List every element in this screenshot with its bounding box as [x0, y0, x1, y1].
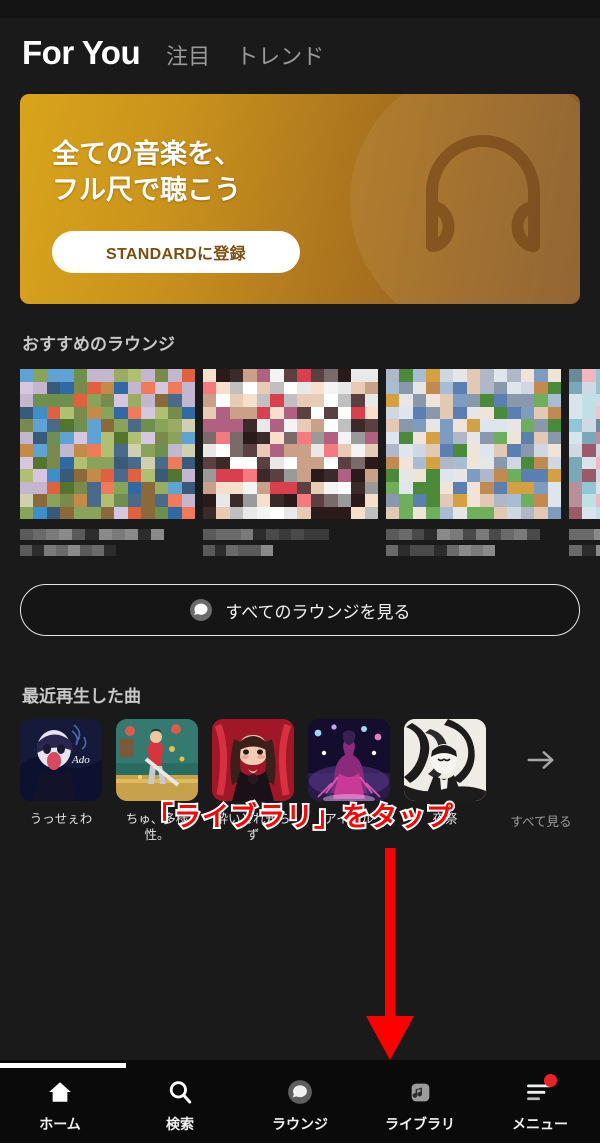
banner-headline-line2: フル尺で聴こう — [52, 175, 241, 206]
lounge-card-title-blurred — [386, 529, 561, 556]
header: For You 注目 トレンド — [0, 18, 600, 72]
standard-signup-button[interactable]: STANDARDに登録 — [52, 230, 300, 273]
library-icon — [405, 1077, 435, 1107]
lounge-section-title: おすすめのラウンジ — [22, 335, 175, 354]
album-art — [404, 719, 486, 801]
promo-banner[interactable]: 全ての音楽を、 フル尺で聴こう STANDARDに登録 — [20, 94, 580, 304]
nav-label-home: ホーム — [39, 1116, 81, 1132]
lounge-card-row[interactable] — [0, 355, 600, 556]
arrow-right-icon — [500, 719, 582, 801]
chat-bubble-icon — [190, 599, 213, 621]
nav-label-lounge: ラウンジ — [272, 1116, 328, 1132]
promo-banner-wrap: 全ての音楽を、 フル尺で聴こう STANDARDに登録 — [0, 72, 600, 304]
nav-item-menu[interactable]: メニュー — [480, 1060, 600, 1143]
album-art — [308, 719, 390, 801]
nav-item-search[interactable]: 検索 — [120, 1060, 240, 1143]
see-all-lounges-wrap: すべてのラウンジを見る — [0, 556, 600, 636]
annotation-text: 「ライブラリ」をタップ — [144, 800, 455, 834]
status-bar — [0, 0, 600, 18]
lounge-card-title-blurred — [20, 529, 195, 556]
album-art — [212, 719, 294, 801]
lounge-card-thumbnail — [203, 369, 378, 519]
lounge-card[interactable] — [203, 369, 378, 556]
nav-label-search: 検索 — [166, 1116, 194, 1132]
album-art: Ado — [20, 719, 102, 801]
svg-text:Ado: Ado — [71, 754, 90, 766]
page-title: For You — [22, 34, 141, 71]
see-all-lounges-label: すべてのラウンジを見る — [225, 602, 411, 622]
search-icon — [165, 1077, 195, 1107]
see-all-lounges-button[interactable]: すべてのラウンジを見る — [20, 584, 580, 636]
lounge-card[interactable] — [20, 369, 195, 556]
album-art — [116, 719, 198, 801]
nav-item-home[interactable]: ホーム — [0, 1060, 120, 1143]
lounge-card-thumbnail — [20, 369, 195, 519]
nav-label-library: ライブラリ — [385, 1116, 455, 1132]
lounge-card[interactable] — [569, 369, 600, 556]
nav-item-library[interactable]: ライブラリ — [360, 1060, 480, 1143]
menu-notification-badge — [544, 1074, 557, 1087]
lounge-card-title-blurred — [569, 529, 600, 556]
annotation-arrow-icon — [366, 848, 414, 1060]
lounge-card[interactable] — [386, 369, 561, 556]
tab-chumoku[interactable]: 注目 — [166, 39, 210, 71]
banner-headline-line1: 全ての音楽を、 — [52, 139, 241, 169]
banner-headline: 全ての音楽を、 フル尺で聴こう — [20, 94, 580, 209]
home-icon — [45, 1077, 75, 1107]
bottom-navigation: ホーム 検索 ラウンジ ライブラリ メニュー — [0, 1060, 600, 1143]
tab-trend[interactable]: トレンド — [236, 39, 324, 71]
lounge-card-title-blurred — [203, 529, 378, 556]
nav-label-menu: メニュー — [512, 1116, 568, 1132]
nav-item-lounge[interactable]: ラウンジ — [240, 1060, 360, 1143]
lounge-icon — [285, 1077, 315, 1107]
lounge-card-thumbnail — [569, 369, 600, 519]
menu-icon — [525, 1074, 557, 1107]
lounge-card-thumbnail — [386, 369, 561, 519]
recent-section-title: 最近再生した曲 — [22, 687, 141, 706]
app-screen: For You 注目 トレンド 全ての音楽を、 フル尺で聴こう STANDARD… — [0, 0, 600, 1143]
